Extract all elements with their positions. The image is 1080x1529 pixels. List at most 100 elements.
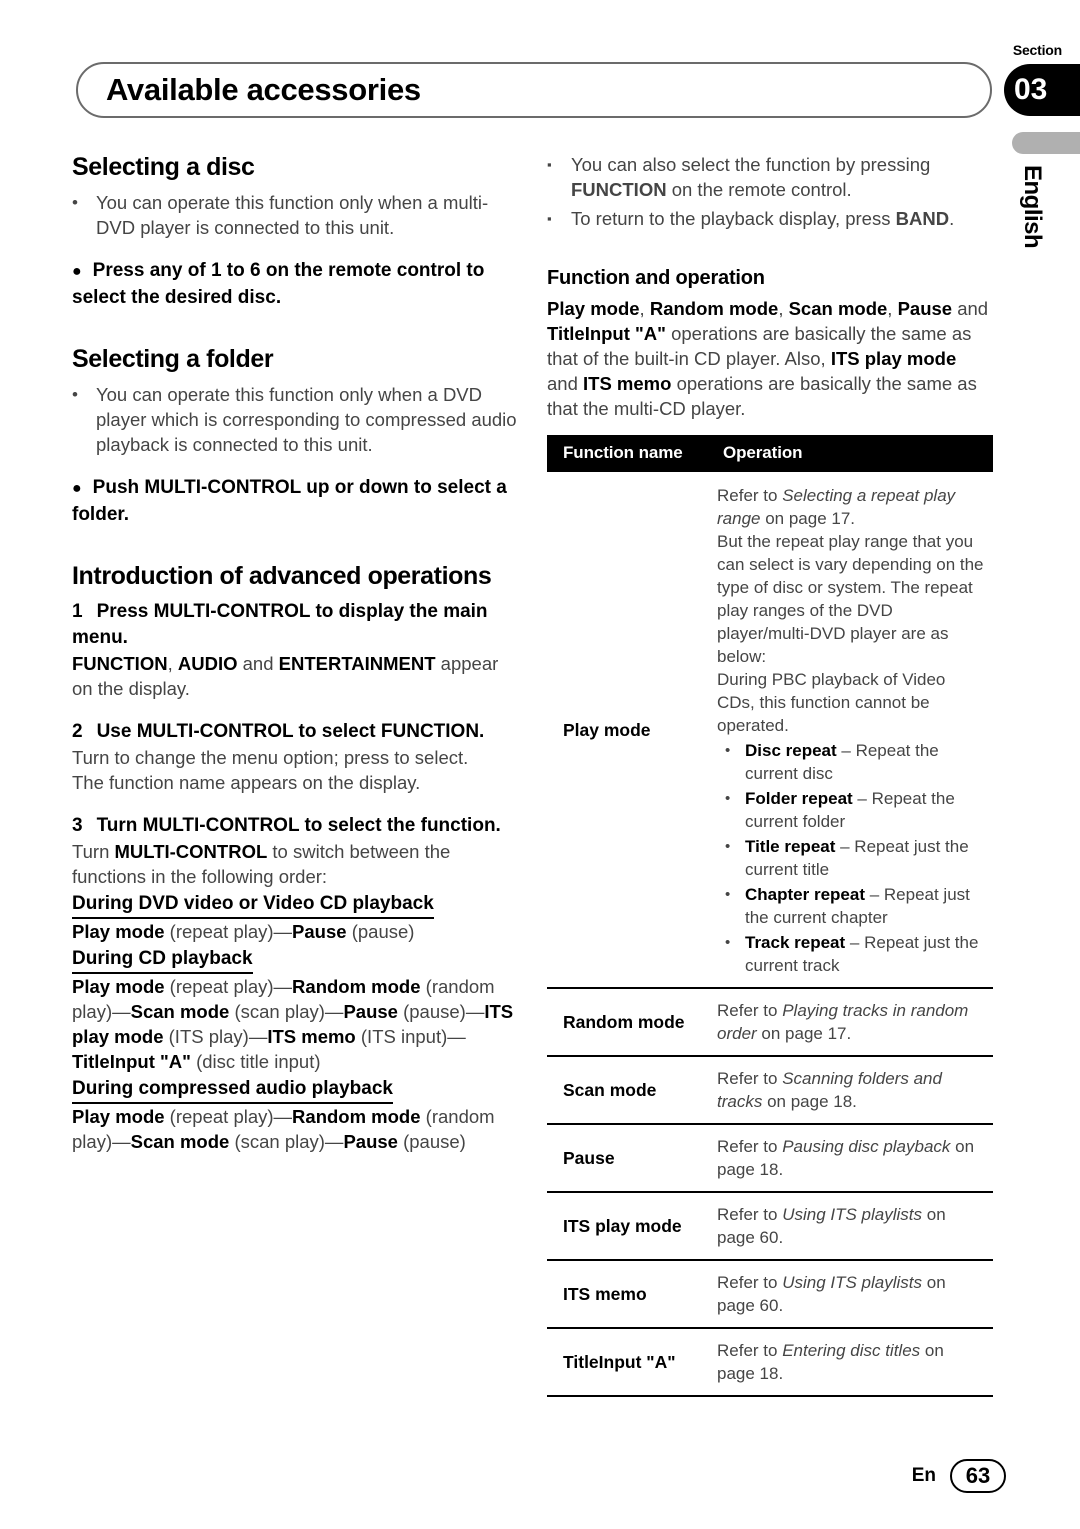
table-header-row: Function name Operation [547, 435, 993, 472]
step-1-text: Press MULTI-CONTROL to display the main … [72, 601, 488, 648]
footer-page-number: 63 [950, 1459, 1006, 1493]
column-header-operation: Operation [707, 435, 993, 472]
operation-bullet-text: Chapter repeat – Repeat just the current… [745, 885, 970, 927]
operation-bullet-item: • Title repeat – Repeat just the current … [717, 835, 985, 881]
page-header: Available accessories Section 03 [0, 0, 1080, 140]
note-item: • You can operate this function only whe… [72, 382, 517, 457]
cell-operation: Refer to Pausing disc playback on page 1… [707, 1124, 993, 1193]
operation-bullet-text: Track repeat – Repeat just the current t… [745, 933, 979, 975]
cell-operation: Refer to Using ITS playlists on page 60. [707, 1260, 993, 1329]
round-bullet-icon: • [725, 934, 731, 951]
note-text: You can operate this function only when … [96, 192, 489, 238]
operation-bullet-text: Folder repeat – Repeat the current folde… [745, 789, 955, 831]
table-body: Play mode Refer to Selecting a repeat pla… [547, 472, 993, 1397]
cell-function-name: ITS memo [547, 1260, 707, 1329]
operation-bullet-text: Disc repeat – Repeat the current disc [745, 741, 939, 783]
language-tab-bar [1012, 132, 1080, 154]
table-row: Play mode Refer to Selecting a repeat pla… [547, 472, 993, 989]
right-column: ▪ You can also select the function by pr… [547, 152, 993, 1397]
cell-function-name: Random mode [547, 988, 707, 1057]
cell-operation: Refer to Entering disc titles on page 18… [707, 1328, 993, 1397]
cell-operation: Refer to Playing tracks in random order … [707, 988, 993, 1057]
operation-bullet-item: • Chapter repeat – Repeat just the curren… [717, 883, 985, 929]
heading-selecting-a-disc: Selecting a disc [72, 153, 255, 181]
order-sequence-cd: Play mode (repeat play)—Random mode (ran… [72, 976, 514, 1072]
step-3-text: Turn MULTI-CONTROL to select the functio… [96, 815, 501, 836]
step-2-text: Use MULTI-CONTROL to select FUNCTION. [96, 721, 485, 742]
note-item: ▪ To return to the playback display, pre… [547, 206, 992, 231]
step-2-title: 2 Use MULTI-CONTROL to select FUNCTION. [72, 719, 517, 745]
step-3-title: 3 Turn MULTI-CONTROL to select the functi… [72, 813, 517, 839]
table-row: Pause Refer to Pausing disc playback on p… [547, 1124, 993, 1193]
function-operation-table: Function name Operation Play mode Refer t… [547, 435, 993, 1397]
step-1-title: 1 Press MULTI-CONTROL to display the main… [72, 599, 517, 651]
step-2-body-line-2: The function name appears on the display… [72, 772, 421, 793]
order-sequence-compressed: Play mode (repeat play)—Random mode (ran… [72, 1106, 495, 1152]
table-header: Function name Operation [547, 435, 993, 472]
page-footer: En 63 [912, 1459, 1006, 1493]
round-bullet-icon: • [725, 886, 731, 903]
table-row: ITS memo Refer to Using ITS playlists on … [547, 1260, 993, 1329]
cell-function-name: Scan mode [547, 1056, 707, 1125]
order-group-cd: During CD playback Play mode (repeat pla… [72, 946, 517, 1074]
operation-bullet-item: • Track repeat – Repeat just the current … [717, 931, 985, 977]
table-row: Scan mode Refer to Scanning folders and t… [547, 1056, 993, 1125]
operation-bullet-item: • Folder repeat – Repeat the current fold… [717, 787, 985, 833]
note-item: ▪ You can also select the function by pr… [547, 152, 992, 202]
cell-operation: Refer to Using ITS playlists on page 60. [707, 1192, 993, 1261]
step-2-body-line-1: Turn to change the menu option; press to… [72, 747, 469, 768]
procedure-text: Push MULTI-CONTROL up or down to select … [72, 477, 507, 525]
filled-circle-bullet-icon: ● [72, 263, 82, 280]
round-bullet-icon: • [725, 838, 731, 855]
procedure-text: Press any of 1 to 6 on the remote contro… [72, 260, 485, 308]
cell-function-name: TitleInput "A" [547, 1328, 707, 1397]
footer-language: En [911, 1465, 936, 1486]
note-text: You can operate this function only when … [96, 384, 517, 455]
order-group-dvd: During DVD video or Video CD playback Pl… [72, 891, 517, 944]
note-text: To return to the playback display, press… [571, 208, 955, 229]
order-heading-compressed: During compressed audio playback [72, 1076, 393, 1104]
cell-operation: Refer to Selecting a repeat play range o… [707, 472, 993, 989]
order-heading-dvd: During DVD video or Video CD playback [72, 891, 434, 919]
step-1-number: 1 [72, 601, 83, 622]
heading-introduction-advanced-operations: Introduction of advanced operations [72, 562, 492, 590]
cell-function-name: Play mode [547, 472, 707, 989]
order-heading-cd: During CD playback [72, 946, 253, 974]
step-3-body: Turn MULTI-CONTROL to switch between the… [72, 841, 451, 887]
step-2-number: 2 [72, 721, 83, 742]
square-bullet-icon: ▪ [547, 211, 552, 226]
heading-selecting-a-folder: Selecting a folder [72, 345, 274, 373]
step-1-body: FUNCTION, AUDIO and ENTERTAINMENT appear… [72, 653, 499, 699]
step-3-number: 3 [72, 815, 83, 836]
round-bullet-icon: • [72, 385, 78, 404]
heading-function-and-operation: Function and operation [547, 267, 765, 289]
cell-operation: Refer to Scanning folders and tracks on … [707, 1056, 993, 1125]
procedure-select-disc: ● Press any of 1 to 6 on the remote contr… [72, 258, 517, 311]
left-column: Selecting a disc • You can operate this … [72, 152, 517, 1154]
section-number-badge: 03 [1004, 64, 1080, 116]
square-bullet-icon: ▪ [547, 157, 552, 172]
cell-function-name: Pause [547, 1124, 707, 1193]
cell-function-name: ITS play mode [547, 1192, 707, 1261]
round-bullet-icon: • [725, 790, 731, 807]
section-label: Section [1012, 42, 1062, 58]
filled-circle-bullet-icon: ● [72, 480, 82, 497]
note-item: • You can operate this function only whe… [72, 190, 517, 240]
operation-bullet-list: • Disc repeat – Repeat the current disc • F… [717, 739, 985, 977]
order-sequence-dvd: Play mode (repeat play)—Pause (pause) [72, 921, 415, 942]
operation-bullet-text: Title repeat – Repeat just the current t… [745, 837, 969, 879]
note-text: You can also select the function by pres… [571, 154, 931, 200]
round-bullet-icon: • [72, 193, 78, 212]
order-group-compressed: During compressed audio playback Play mo… [72, 1076, 517, 1154]
operation-bullet-item: • Disc repeat – Repeat the current disc [717, 739, 985, 785]
page-title: Available accessories [106, 72, 421, 107]
language-tab-label: English [1019, 165, 1046, 249]
procedure-select-folder: ● Push MULTI-CONTROL up or down to select… [72, 475, 517, 528]
table-row: ITS play mode Refer to Using ITS playlist… [547, 1192, 993, 1261]
table-row: TitleInput "A" Refer to Entering disc tit… [547, 1328, 993, 1397]
round-bullet-icon: • [725, 742, 731, 759]
column-header-function-name: Function name [547, 435, 707, 472]
function-operation-intro: Play mode, Random mode, Scan mode, Pause… [547, 298, 989, 419]
table-row: Random mode Refer to Playing tracks in ra… [547, 988, 993, 1057]
